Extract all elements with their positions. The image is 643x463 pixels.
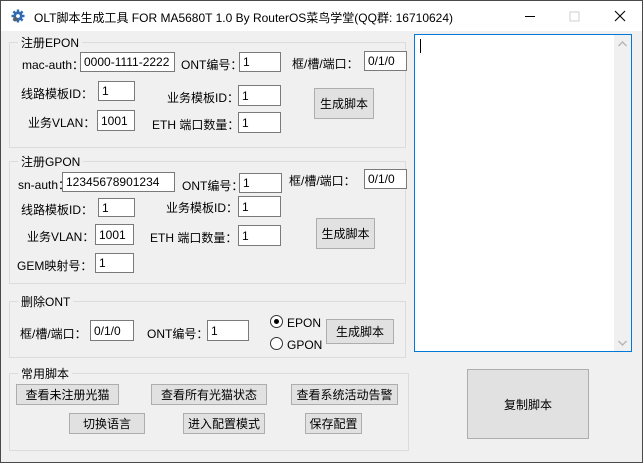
gpon-srv-profile-input[interactable] xyxy=(238,196,281,217)
gpon-eth-count-input[interactable] xyxy=(238,225,281,246)
epon-frame-slot-port-label: 框/槽/端口： xyxy=(292,57,359,71)
vertical-scrollbar[interactable] xyxy=(614,35,631,351)
window-title: OLT脚本生成工具 FOR MA5680T 1.0 By RouterOS菜鸟学… xyxy=(34,11,454,25)
maximize-button-disabled xyxy=(552,1,597,31)
save-config-button[interactable]: 保存配置 xyxy=(305,413,362,434)
gpon-frame-slot-port-label: 框/槽/端口： xyxy=(289,174,356,188)
epon-vlan-input[interactable] xyxy=(97,110,135,131)
epon-ont-id-label: ONT编号： xyxy=(181,58,243,72)
app-window: OLT脚本生成工具 FOR MA5680T 1.0 By RouterOS菜鸟学… xyxy=(0,0,643,463)
epon-mac-auth-label: mac-auth： xyxy=(22,58,85,72)
gpon-sn-auth-input[interactable] xyxy=(62,172,175,192)
gpon-gem-map-input[interactable] xyxy=(95,253,134,273)
epon-ont-id-input[interactable] xyxy=(239,52,281,72)
maximize-icon xyxy=(569,11,580,21)
delete-ont-id-input[interactable] xyxy=(207,320,249,341)
scroll-up-icon[interactable] xyxy=(614,35,631,52)
delete-generate-script-button[interactable]: 生成脚本 xyxy=(326,319,394,344)
gpon-radio-button[interactable] xyxy=(270,337,283,350)
epon-srv-profile-input[interactable] xyxy=(238,85,281,106)
epon-frame-slot-port-input[interactable] xyxy=(364,51,407,71)
switch-language-button[interactable]: 切换语言 xyxy=(69,413,145,434)
app-gear-icon xyxy=(10,8,26,24)
epon-eth-count-input[interactable] xyxy=(238,112,281,133)
view-unregistered-onts-button[interactable]: 查看未注册光猫 xyxy=(16,384,119,405)
gpon-radio-label: GPON xyxy=(287,338,323,352)
register-epon-group-title: 注册EPON xyxy=(18,34,83,51)
minimize-icon xyxy=(524,16,535,17)
minimize-button[interactable] xyxy=(507,1,552,31)
epon-line-profile-input[interactable] xyxy=(98,81,135,101)
close-icon xyxy=(614,10,625,22)
gpon-line-profile-label: 线路模板ID： xyxy=(21,203,94,217)
gpon-eth-count-label: ETH 端口数量： xyxy=(150,231,238,245)
scroll-down-icon[interactable] xyxy=(614,334,631,351)
delete-frame-slot-port-label: 框/槽/端口： xyxy=(20,327,87,341)
epon-vlan-label: 业务VLAN： xyxy=(28,116,96,130)
copy-script-button[interactable]: 复制脚本 xyxy=(467,369,589,439)
epon-eth-count-label: ETH 端口数量： xyxy=(152,118,240,132)
epon-mac-auth-input[interactable] xyxy=(80,52,175,72)
script-output-textarea[interactable] xyxy=(414,34,632,352)
gpon-frame-slot-port-input[interactable] xyxy=(364,169,407,189)
epon-generate-script-button[interactable]: 生成脚本 xyxy=(314,88,374,119)
gpon-srv-profile-label: 业务模板ID： xyxy=(166,201,239,215)
close-button[interactable] xyxy=(597,1,642,31)
delete-frame-slot-port-input[interactable] xyxy=(90,320,134,341)
epon-line-profile-label: 线路模板ID： xyxy=(21,87,94,101)
view-system-alarms-button[interactable]: 查看系统活动告警 xyxy=(291,384,398,405)
delete-ont-id-label: ONT编号： xyxy=(147,327,209,341)
gpon-vlan-label: 业务VLAN： xyxy=(27,230,95,244)
gpon-ont-id-input[interactable] xyxy=(239,173,282,193)
view-all-ont-status-button[interactable]: 查看所有光猫状态 xyxy=(151,384,267,405)
gpon-line-profile-input[interactable] xyxy=(98,198,135,217)
title-bar[interactable]: OLT脚本生成工具 FOR MA5680T 1.0 By RouterOS菜鸟学… xyxy=(1,1,642,31)
gpon-vlan-input[interactable] xyxy=(95,224,134,245)
gpon-gem-map-label: GEM映射号： xyxy=(17,259,93,273)
gpon-ont-id-label: ONT编号： xyxy=(182,179,244,193)
text-caret xyxy=(420,39,421,53)
epon-radio-label: EPON xyxy=(287,316,322,330)
register-gpon-group-title: 注册GPON xyxy=(18,153,84,170)
delete-ont-group-title: 删除ONT xyxy=(18,293,74,310)
epon-radio-button[interactable] xyxy=(270,315,283,328)
epon-srv-profile-label: 业务模板ID： xyxy=(167,91,240,105)
common-scripts-group-title: 常用脚本 xyxy=(18,365,73,382)
gpon-generate-script-button[interactable]: 生成脚本 xyxy=(316,218,375,249)
enter-config-mode-button[interactable]: 进入配置模式 xyxy=(183,413,265,434)
